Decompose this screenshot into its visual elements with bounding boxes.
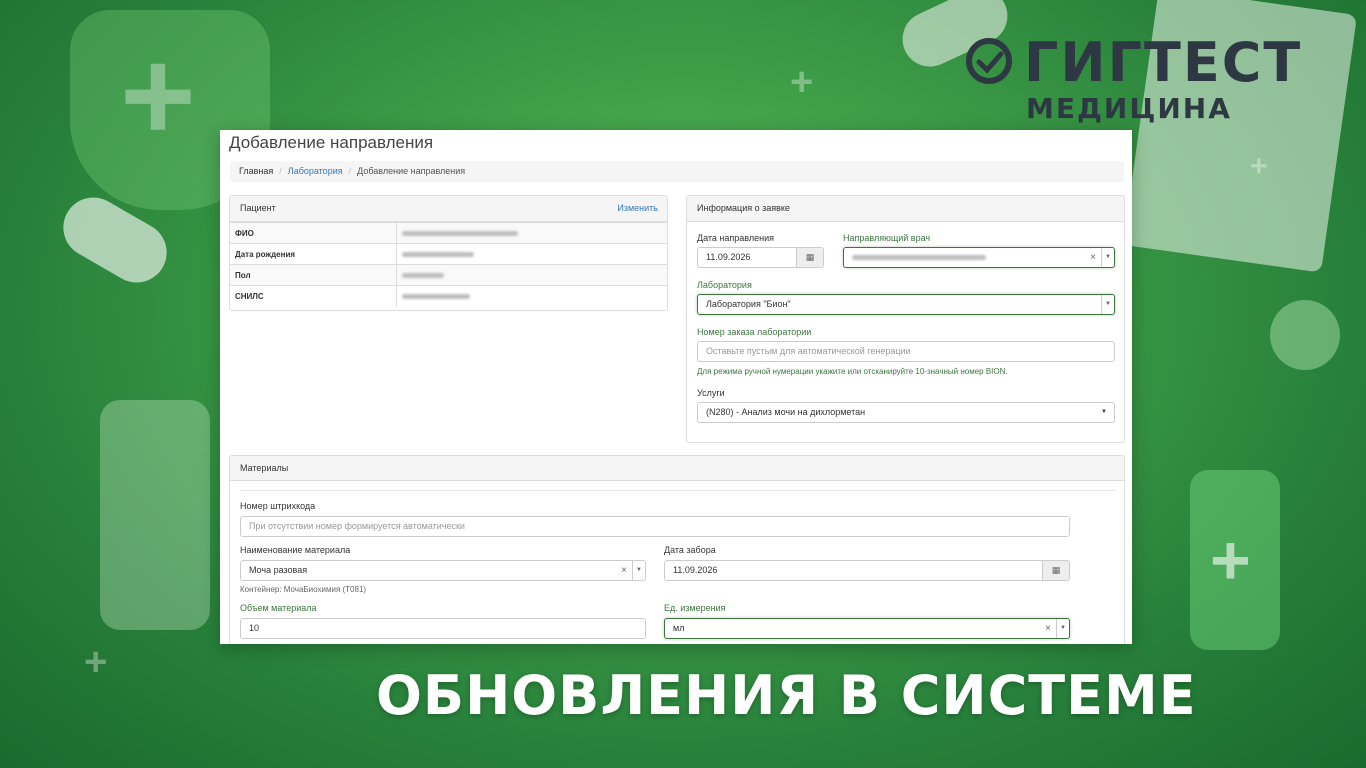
table-row: Дата рождения bbox=[230, 243, 667, 265]
collection-date-value: 11.09.2026 bbox=[673, 565, 718, 575]
patient-panel: Пациент Изменить ФИО Дата рождения Пол С… bbox=[229, 195, 668, 311]
materials-panel-header: Материалы bbox=[230, 456, 1124, 481]
patient-snils-value bbox=[396, 285, 667, 307]
banner-title: ОБНОВЛЕНИЯ В СИСТЕМЕ bbox=[376, 664, 1197, 727]
brand-logo: ГИГТЕСТ МЕДИЦИНА bbox=[962, 31, 1322, 134]
background-plus-icon: + bbox=[120, 22, 196, 168]
material-name-select[interactable]: Моча разовая × ▼ bbox=[240, 560, 646, 581]
lab-order-number-input[interactable]: Оставьте пустым для автоматической генер… bbox=[697, 341, 1115, 362]
referral-date-input[interactable]: 11.09.2026 ▦ bbox=[697, 247, 824, 268]
page-title: Добавление направления bbox=[229, 133, 434, 152]
patient-fio-label: ФИО bbox=[230, 222, 397, 244]
patient-fio-value bbox=[396, 222, 667, 244]
app-window: Добавление направления Главная / Лаборатор… bbox=[220, 130, 1132, 644]
materials-heading: Материалы bbox=[240, 463, 289, 473]
divider bbox=[240, 490, 1115, 491]
laboratory-value: Лаборатория "Бион" bbox=[706, 299, 791, 309]
edit-patient-link[interactable]: Изменить bbox=[617, 196, 658, 221]
collection-date-label: Дата забора bbox=[664, 545, 716, 555]
background-plus-icon: + bbox=[1210, 521, 1251, 599]
table-row: СНИЛС bbox=[230, 285, 667, 307]
collection-date-input[interactable]: 11.09.2026 ▦ bbox=[664, 560, 1070, 581]
unit-value: мл bbox=[673, 623, 685, 633]
patient-birthdate-value bbox=[396, 243, 667, 265]
material-volume-value: 10 bbox=[249, 623, 260, 633]
breadcrumb-current: Добавление направления bbox=[357, 166, 466, 176]
breadcrumb-home[interactable]: Главная bbox=[239, 166, 273, 176]
barcode-input[interactable]: При отсутствии номер формируется автомат… bbox=[240, 516, 1070, 537]
brand-subtitle: МЕДИЦИНА bbox=[1026, 92, 1232, 125]
check-circle-icon bbox=[966, 38, 1012, 84]
material-volume-input[interactable]: 10 bbox=[240, 618, 646, 639]
laboratory-select[interactable]: Лаборатория "Бион" ▼ bbox=[697, 294, 1115, 315]
calendar-icon[interactable]: ▦ bbox=[796, 248, 823, 267]
patient-panel-header: Пациент Изменить bbox=[230, 196, 667, 222]
services-label: Услуги bbox=[697, 388, 725, 398]
background-jar bbox=[100, 400, 210, 630]
material-volume-label: Объем материала bbox=[240, 603, 317, 613]
request-heading: Информация о заявке bbox=[697, 203, 790, 213]
referring-doctor-select[interactable]: × ▼ bbox=[843, 247, 1115, 268]
breadcrumb-laboratory[interactable]: Лаборатория bbox=[288, 166, 343, 176]
barcode-label: Номер штрихкода bbox=[240, 501, 316, 511]
clear-icon[interactable]: × bbox=[1090, 248, 1096, 267]
breadcrumb-separator: / bbox=[279, 166, 282, 176]
services-select[interactable]: (N280) - Анализ мочи на дихлорметан ▼ bbox=[697, 402, 1115, 423]
request-info-panel: Информация о заявке Дата направления 11.… bbox=[686, 195, 1125, 443]
patient-sex-value bbox=[396, 264, 667, 286]
request-panel-header: Информация о заявке bbox=[687, 196, 1124, 222]
caret-down-icon[interactable]: ▼ bbox=[1101, 295, 1114, 314]
unit-select[interactable]: мл × ▼ bbox=[664, 618, 1070, 639]
material-name-value: Моча разовая bbox=[249, 565, 308, 575]
caret-down-icon[interactable]: ▼ bbox=[1101, 403, 1107, 422]
background-plus-icon: + bbox=[790, 60, 814, 104]
lab-order-help-text: Для режима ручной нумерации укажите или … bbox=[697, 367, 1008, 376]
container-help-text: Контейнер: МочаБиохимия (Т081) bbox=[240, 585, 367, 594]
background-plus-icon: + bbox=[1250, 150, 1268, 183]
patient-snils-label: СНИЛС bbox=[230, 285, 397, 307]
breadcrumb-separator: / bbox=[348, 166, 352, 176]
background-sphere bbox=[1270, 300, 1340, 370]
referral-date-label: Дата направления bbox=[697, 233, 774, 243]
background-plus-icon: + bbox=[84, 640, 108, 684]
patient-table: ФИО Дата рождения Пол СНИЛС bbox=[230, 222, 667, 307]
clear-icon[interactable]: × bbox=[621, 561, 627, 580]
caret-down-icon[interactable]: ▼ bbox=[1056, 619, 1069, 638]
patient-birthdate-label: Дата рождения bbox=[230, 243, 397, 265]
materials-panel: Материалы Номер штрихкода При отсутствии… bbox=[229, 455, 1125, 644]
patient-sex-label: Пол bbox=[230, 264, 397, 286]
unit-label: Ед. измерения bbox=[664, 603, 726, 613]
calendar-icon[interactable]: ▦ bbox=[1042, 561, 1069, 580]
laboratory-label: Лаборатория bbox=[697, 280, 752, 290]
services-value: (N280) - Анализ мочи на дихлорметан bbox=[706, 407, 866, 417]
breadcrumb: Главная / Лаборатория / Добавление направлен… bbox=[230, 161, 1124, 182]
brand-name: ГИГТЕСТ bbox=[1024, 31, 1303, 94]
lab-order-number-label: Номер заказа лаборатории bbox=[697, 327, 812, 337]
clear-icon[interactable]: × bbox=[1045, 619, 1051, 638]
caret-down-icon[interactable]: ▼ bbox=[1101, 248, 1114, 267]
material-name-label: Наименование материала bbox=[240, 545, 351, 555]
caret-down-icon[interactable]: ▼ bbox=[632, 561, 645, 580]
referring-doctor-label: Направляющий врач bbox=[843, 233, 931, 243]
table-row: Пол bbox=[230, 264, 667, 286]
patient-heading: Пациент bbox=[240, 203, 276, 213]
referral-date-value: 11.09.2026 bbox=[706, 252, 751, 262]
table-row: ФИО bbox=[230, 222, 667, 244]
